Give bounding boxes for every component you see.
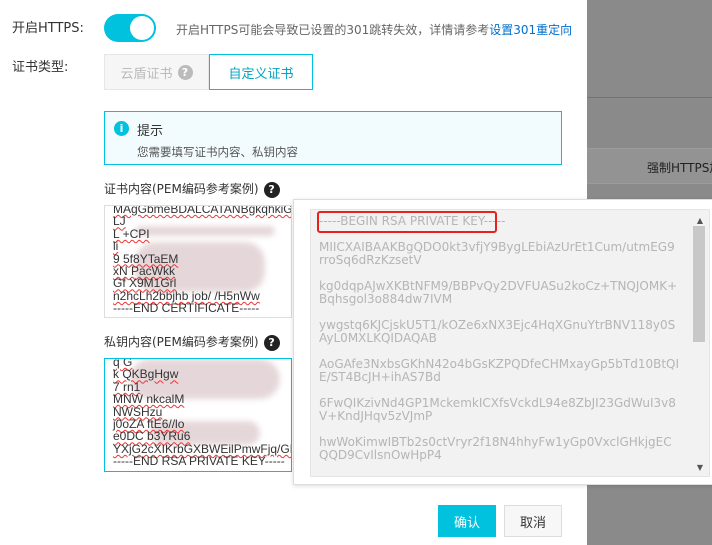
- cert-line: MAgGbmeBDALCATANBgkqhkiG9: [113, 205, 292, 216]
- key-textarea[interactable]: q G k QKBgHgw 7 rn1 MNW nkcalM NWSHzu j0…: [104, 358, 292, 472]
- cert-line: L +CPI: [113, 226, 150, 241]
- cert-textarea[interactable]: MAgGbmeBDALCATANBgkqhkiG9 LJ L +CPI li 9…: [104, 205, 292, 318]
- help-icon[interactable]: ?: [177, 64, 193, 80]
- highlight-box: [317, 211, 497, 233]
- cert-type-cloud-label: 云盾证书: [120, 66, 173, 82]
- cert-label-text: 证书内容(PEM编码参考案例): [104, 182, 259, 196]
- https-hint-text: 开启HTTPS可能会导致已设置的301跳转失效，详情请参考: [176, 23, 490, 37]
- cert-line: -----END CERTIFICATE-----: [113, 301, 260, 316]
- key-line: MNW nkcalM: [113, 392, 185, 407]
- pem-line: ywgstq6KJCjskU5T1/kOZe6xNX3Ejc4HqXGnuYtr…: [319, 318, 676, 345]
- https-toggle[interactable]: [104, 14, 156, 42]
- tip-box: i 提示 您需要填写证书内容、私钥内容: [104, 111, 562, 165]
- toggle-knob: [130, 16, 154, 40]
- pem-line: 6FwQIKzivNd4GP1MckemkICXfsVckdL94e8ZbJI2…: [319, 396, 676, 423]
- pem-example-textarea[interactable]: -----BEGIN RSA PRIVATE KEY----- MIICXAIB…: [310, 209, 710, 477]
- key-line: k QKBgHgw: [113, 367, 179, 382]
- key-line: -----END RSA PRIVATE KEY-----: [113, 454, 285, 469]
- https-hint: 开启HTTPS可能会导致已设置的301跳转失效，详情请参考设置301重定向: [176, 21, 572, 38]
- pem-example-popover: -----BEGIN RSA PRIVATE KEY----- MIICXAIB…: [293, 199, 712, 485]
- table-header: 强制HTTPS加: [587, 148, 712, 184]
- tip-title: 提示: [137, 124, 164, 139]
- redirect-link[interactable]: 设置301重定向: [489, 23, 572, 37]
- cert-type-cloud[interactable]: 云盾证书?: [104, 54, 209, 90]
- scroll-down-icon[interactable]: ▼: [697, 463, 703, 472]
- pem-line: hwWoKimwIBTb2s0ctVryr2f18N4hhyFw1yGp0Vxc…: [319, 435, 672, 462]
- cert-line: LJ: [113, 214, 126, 229]
- pem-example-text: -----BEGIN RSA PRIVATE KEY----- MIICXAIB…: [319, 215, 679, 475]
- divider: [587, 97, 712, 98]
- scrollbar-thumb[interactable]: [693, 226, 705, 342]
- cert-label: 证书内容(PEM编码参考案例)?: [104, 180, 280, 198]
- cancel-button[interactable]: 取消: [504, 505, 562, 537]
- info-icon: i: [114, 121, 129, 136]
- cert-type-custom[interactable]: 自定义证书: [209, 54, 313, 90]
- cert-line: li: [113, 239, 119, 254]
- key-label: 私钥内容(PEM编码参考案例)?: [104, 333, 280, 351]
- column-header: 强制HTTPS加: [647, 161, 712, 175]
- pem-line: kg0dqpAJwXKBtNFM9/BBPvQy2DVFUASu2koCz+TN…: [319, 279, 678, 306]
- pem-line: AoGAfe3NxbsGKhN42o4bGsKZPQDfeCHMxayGp5bT…: [319, 357, 680, 384]
- help-icon[interactable]: ?: [263, 182, 280, 198]
- confirm-button[interactable]: 确认: [438, 505, 496, 537]
- key-line: e0DC b3YRu6: [113, 429, 191, 444]
- cert-line: Gf X9M1Grl: [113, 276, 177, 291]
- pem-line: MIICXAIBAAKBgQDO0kt3vfjY9BygLEbiAzUrEt1C…: [319, 240, 675, 267]
- scroll-up-icon[interactable]: ▲: [697, 216, 703, 225]
- help-icon[interactable]: ?: [263, 335, 280, 351]
- https-label: 开启HTTPS:: [12, 21, 84, 36]
- key-label-text: 私钥内容(PEM编码参考案例): [104, 335, 259, 349]
- cert-type-label: 证书类型:: [12, 60, 69, 75]
- tip-body: 您需要填写证书内容、私钥内容: [137, 145, 298, 159]
